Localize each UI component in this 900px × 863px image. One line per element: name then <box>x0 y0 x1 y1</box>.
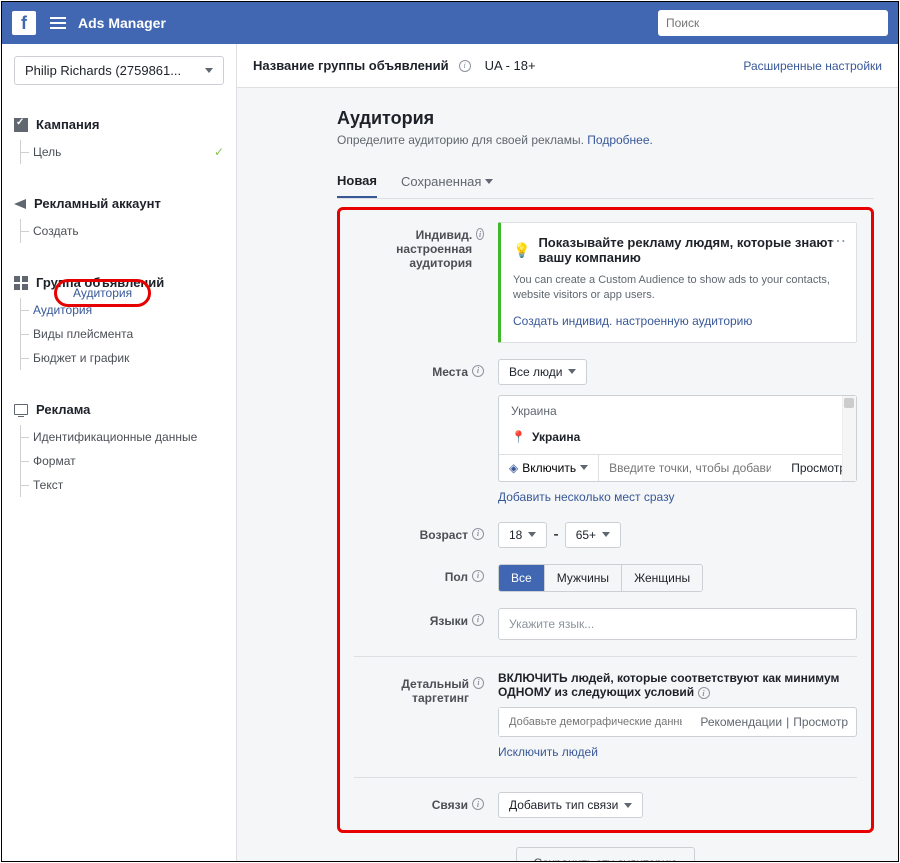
detailed-include-text: ВКЛЮЧИТЬ людей, которые соответствуют ка… <box>498 671 857 700</box>
label-places: Местаi <box>354 359 484 506</box>
section-subtitle: Определите аудиторию для своей рекламы. … <box>337 133 874 147</box>
advanced-settings-link[interactable]: Расширенные настройки <box>743 59 882 73</box>
label-age: Возрастi <box>354 522 484 548</box>
tab-new[interactable]: Новая <box>337 165 377 198</box>
people-selector[interactable]: Все люди <box>498 359 587 385</box>
gender-men[interactable]: Мужчины <box>545 565 622 591</box>
nav-item-budget[interactable]: Бюджет и график <box>21 346 224 370</box>
megaphone-icon <box>14 199 26 209</box>
nav-item-text[interactable]: Текст <box>21 473 224 497</box>
nav-item-placements[interactable]: Виды плейсмента <box>21 322 224 346</box>
bulb-icon: 💡 <box>513 242 530 259</box>
detailed-input-box: Рекомендации|Просмотр <box>498 707 857 737</box>
learn-more-link[interactable]: Подробнее. <box>587 133 653 147</box>
label-connections: Связиi <box>354 792 484 818</box>
info-icon[interactable]: i <box>472 365 484 377</box>
nav-item-goal[interactable]: Цель ✓ <box>21 140 224 164</box>
checkbox-icon <box>14 118 28 132</box>
chevron-down-icon <box>624 803 632 808</box>
nav-item-format[interactable]: Формат <box>21 449 224 473</box>
chevron-down-icon <box>580 465 588 470</box>
account-name: Philip Richards (2759861... <box>25 63 181 78</box>
info-icon[interactable]: i <box>459 60 471 72</box>
location-group: Украина <box>499 396 856 426</box>
bulk-locations-link[interactable]: Добавить несколько мест сразу <box>498 490 674 504</box>
gender-women[interactable]: Женщины <box>622 565 702 591</box>
scrollbar[interactable] <box>842 396 856 481</box>
exclude-people-link[interactable]: Исключить людей <box>498 745 598 759</box>
main: Название группы объявлений i Расширенные… <box>237 44 898 862</box>
topbar: f Ads Manager <box>2 2 898 44</box>
nav-item-audience[interactable]: Аудитория <box>21 298 224 322</box>
grid-icon <box>14 276 28 290</box>
nav-item-create[interactable]: Создать <box>21 219 224 243</box>
hint-card: ⋯ 💡Показывайте рекламу людям, которые зн… <box>498 222 857 343</box>
label-gender: Полi <box>354 564 484 592</box>
info-icon[interactable]: i <box>698 687 710 699</box>
label-detailed-targeting: Детальный таргетингi <box>354 671 484 762</box>
nav-adaccount[interactable]: Рекламный аккаунт <box>14 192 224 215</box>
pin-icon: ◈ <box>509 461 518 475</box>
info-icon[interactable]: i <box>472 614 484 626</box>
group-bar: Название группы объявлений i Расширенные… <box>237 44 898 88</box>
tabs: Новая Сохраненная <box>337 165 874 199</box>
language-input[interactable]: Укажите язык... <box>498 608 857 640</box>
chevron-down-icon <box>485 179 493 184</box>
screen-icon <box>14 404 28 415</box>
group-label: Название группы объявлений <box>253 58 449 73</box>
add-connection-type[interactable]: Добавить тип связи <box>498 792 643 818</box>
info-icon[interactable]: i <box>472 570 484 582</box>
include-selector[interactable]: ◈Включить <box>499 455 599 481</box>
divider <box>354 656 857 657</box>
nav-item-identity[interactable]: Идентификационные данные <box>21 425 224 449</box>
label-languages: Языкиi <box>354 608 484 640</box>
info-icon[interactable]: i <box>472 798 484 810</box>
detailed-input[interactable] <box>499 708 692 736</box>
menu-icon[interactable] <box>50 17 66 29</box>
chevron-down-icon <box>568 369 576 374</box>
group-name-input[interactable] <box>481 54 734 77</box>
highlight-box: Индивид. настроенная аудиторияi ⋯ 💡Показ… <box>337 207 874 833</box>
pin-icon: 📍 <box>511 430 526 444</box>
facebook-logo-icon[interactable]: f <box>12 11 36 35</box>
location-box: Украина 📍Украина ◈Включить Просмотр <box>498 395 857 482</box>
age-from[interactable]: 18 <box>498 522 547 548</box>
nav-ad[interactable]: Реклама <box>14 398 224 421</box>
label-custom-audience: Индивид. настроенная аудиторияi <box>354 222 484 343</box>
gender-segments: Все Мужчины Женщины <box>498 564 703 592</box>
save-audience-button[interactable]: Сохранить эту аудиторию <box>516 847 694 862</box>
chevron-down-icon <box>602 532 610 537</box>
more-icon[interactable]: ⋯ <box>830 231 846 251</box>
info-icon[interactable]: i <box>476 228 484 240</box>
browse-link[interactable]: Просмотр <box>793 715 848 729</box>
location-input[interactable] <box>599 455 781 481</box>
location-chip[interactable]: 📍Украина <box>499 426 856 454</box>
chevron-down-icon <box>205 68 213 73</box>
gender-all[interactable]: Все <box>499 565 545 591</box>
sidebar: Philip Richards (2759861... Кампания Цел… <box>2 44 237 862</box>
nav-adset[interactable]: Группа объявлений <box>14 271 224 294</box>
nav-campaign[interactable]: Кампания <box>14 113 224 136</box>
divider <box>354 777 857 778</box>
age-to[interactable]: 65+ <box>565 522 621 548</box>
search-input[interactable] <box>666 16 880 30</box>
check-icon: ✓ <box>214 145 224 159</box>
account-selector[interactable]: Philip Richards (2759861... <box>14 56 224 85</box>
app-title: Ads Manager <box>78 15 166 31</box>
tab-saved[interactable]: Сохраненная <box>401 165 493 198</box>
section-title: Аудитория <box>337 108 874 129</box>
suggestions-link[interactable]: Рекомендации <box>700 715 782 729</box>
create-custom-audience-link[interactable]: Создать индивид. настроенную аудиторию <box>513 314 752 328</box>
info-icon[interactable]: i <box>473 677 484 689</box>
chevron-down-icon <box>528 532 536 537</box>
search-box[interactable] <box>658 10 888 36</box>
info-icon[interactable]: i <box>472 528 484 540</box>
